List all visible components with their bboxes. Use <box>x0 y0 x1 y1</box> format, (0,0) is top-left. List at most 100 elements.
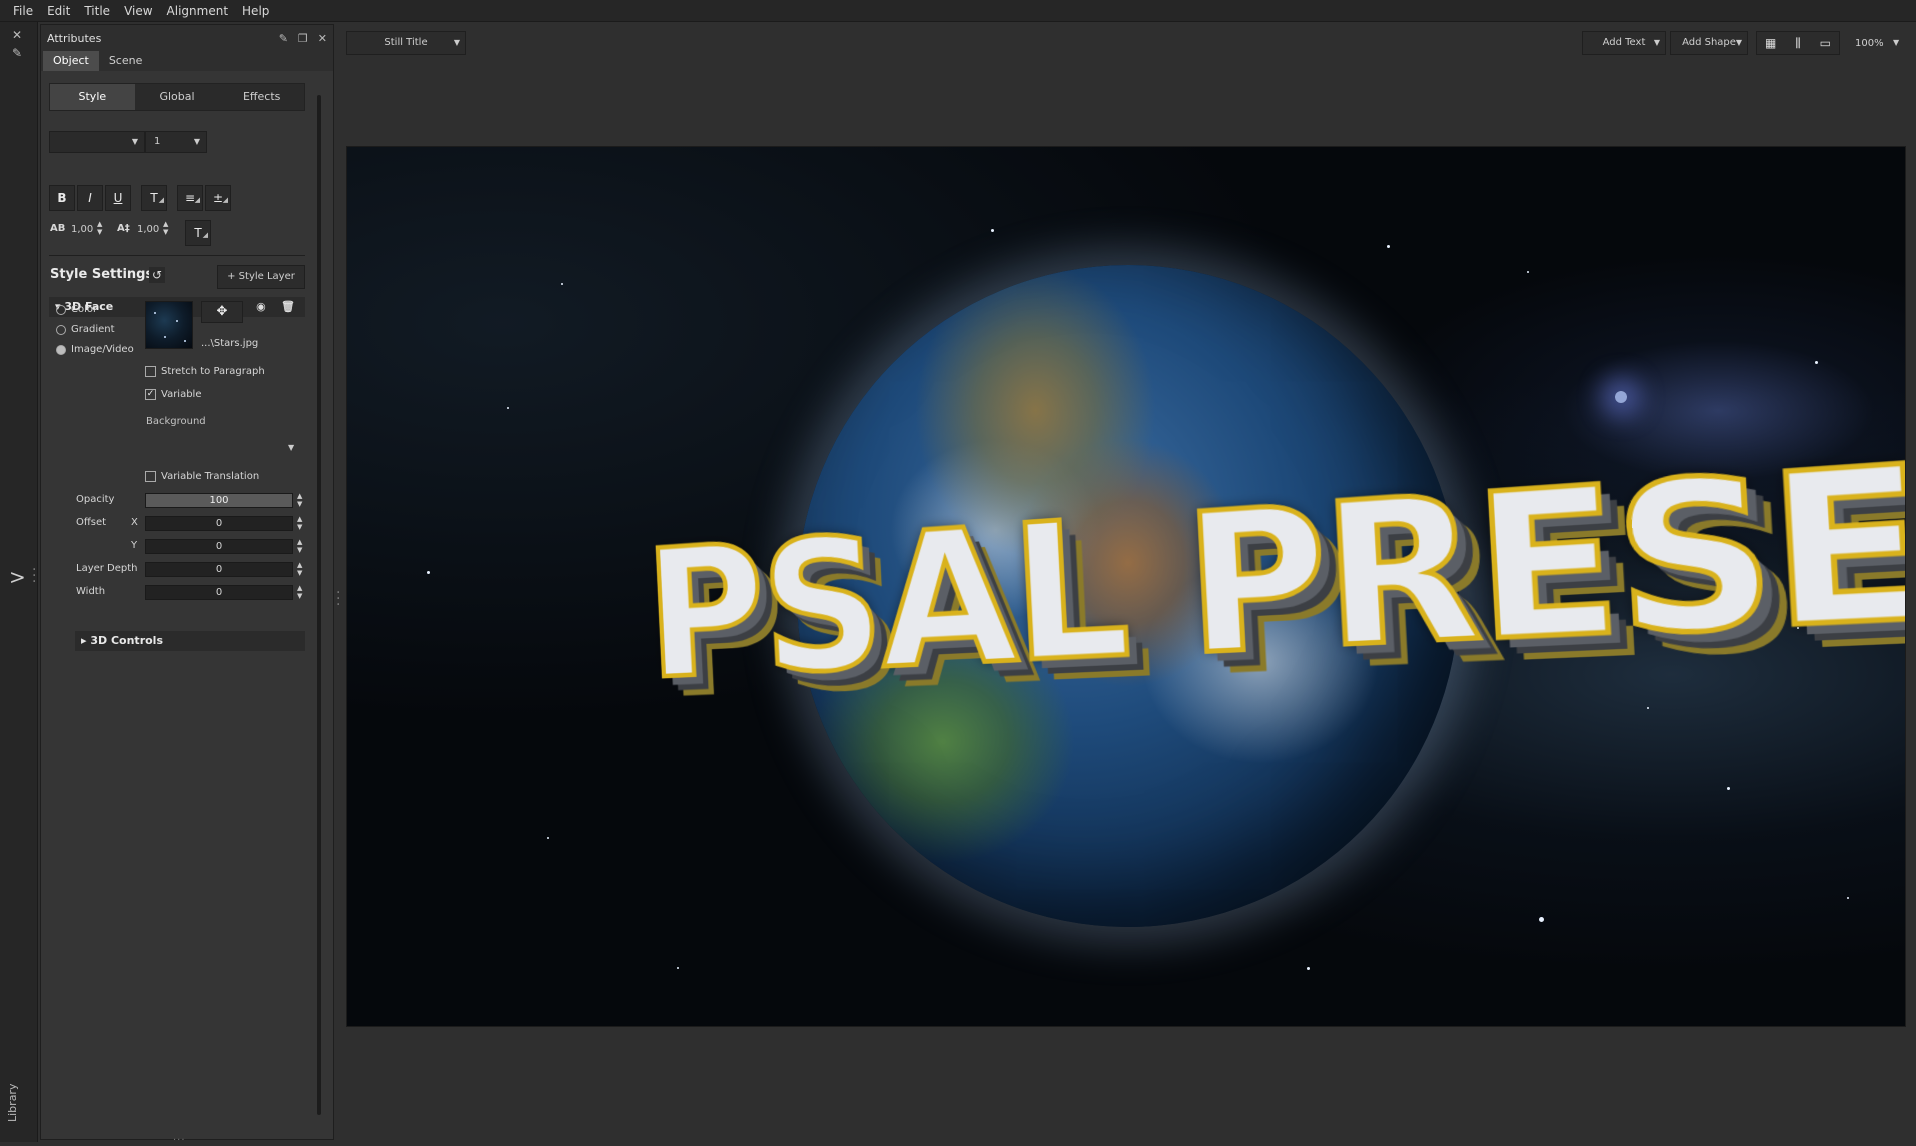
menu-bar: File Edit Title View Alignment Help <box>0 0 1916 22</box>
star <box>1539 917 1544 922</box>
add-text-label: Add Text <box>1602 37 1646 48</box>
offset-x-label: X <box>131 517 138 528</box>
close-icon[interactable]: ✕ <box>318 32 327 45</box>
stretch-checkbox[interactable]: Stretch to Paragraph <box>145 366 265 377</box>
chevron-down-icon: ▼ <box>1653 38 1660 47</box>
title-3d-text[interactable]: PSAL PRESE <box>639 419 1905 720</box>
star-dot <box>154 312 156 314</box>
star <box>1387 245 1390 248</box>
variable-translation-checkbox[interactable]: Variable Translation <box>145 471 259 482</box>
leading-spin[interactable]: ▲ ▼ <box>163 220 168 236</box>
library-tab[interactable]: Library <box>6 1084 19 1122</box>
tab-scene[interactable]: Scene <box>99 51 153 71</box>
panel-resize-grip[interactable]: ··· <box>173 1135 186 1146</box>
stretch-label: Stretch to Paragraph <box>161 366 265 377</box>
float-icon[interactable]: ❐ <box>298 32 308 45</box>
ruler-icon[interactable]: ⫼ <box>1784 32 1811 54</box>
layer-depth-field[interactable]: 0 <box>145 562 293 577</box>
subtab-global[interactable]: Global <box>135 84 220 110</box>
title-3d-wrap[interactable]: PSAL PRESE <box>639 419 1905 754</box>
menu-alignment[interactable]: Alignment <box>160 0 235 22</box>
star <box>677 967 679 969</box>
subtab-style[interactable]: Style <box>50 84 135 110</box>
checkbox-icon <box>145 471 156 482</box>
checkmark-icon: ✓ <box>145 389 156 400</box>
chevron-down-icon[interactable]: ▼ <box>1893 38 1899 47</box>
offset-y-field[interactable]: 0 <box>145 539 293 554</box>
leading-value[interactable]: 1,00 <box>137 224 159 235</box>
offset-x-field[interactable]: 0 <box>145 516 293 531</box>
distribute-button[interactable]: ± ◢ <box>205 185 231 211</box>
title-type-select[interactable]: Still Title ▼ <box>346 31 466 55</box>
chevron-down-icon: ▼ <box>1735 38 1742 47</box>
chevron-down-icon[interactable]: ▼ <box>288 443 294 452</box>
grid-icon[interactable]: ▦ <box>1757 32 1784 54</box>
view-toggle-group: ▦ ⫼ ▭ <box>1756 31 1840 55</box>
style-settings-title: Style Settings <box>50 267 154 282</box>
chevron-down-icon: ▼ <box>131 137 138 146</box>
offset-x-spin[interactable]: ▲ ▼ <box>297 515 302 531</box>
background-label: Background <box>146 416 206 427</box>
panel-scrollbar[interactable] <box>317 95 321 1115</box>
zoom-value[interactable]: 100% <box>1855 38 1884 49</box>
safe-area-icon[interactable]: ▭ <box>1812 32 1839 54</box>
tab-object[interactable]: Object <box>43 51 99 71</box>
panel-tabs: Object Scene <box>41 51 333 71</box>
opacity-slider[interactable]: 100 <box>145 493 293 508</box>
chevron-right-icon[interactable]: > <box>9 565 26 589</box>
3d-controls-row[interactable]: ▸ 3D Controls <box>75 631 305 651</box>
divider <box>49 255 305 256</box>
attributes-panel: Attributes ✎ ❐ ✕ Object Scene Style Glob… <box>40 24 334 1146</box>
chevron-down-icon: ▼ <box>193 137 200 146</box>
preview-canvas[interactable]: PSAL PRESE <box>346 146 1906 1027</box>
star-dot <box>164 336 166 338</box>
pin-icon[interactable]: ✎ <box>12 46 22 60</box>
menu-help[interactable]: Help <box>235 0 276 22</box>
drag-handle-icon[interactable]: · · · <box>32 563 38 589</box>
close-icon[interactable]: ✕ <box>12 28 22 42</box>
opacity-spin[interactable]: ▲ ▼ <box>297 492 302 508</box>
expand-icon[interactable]: ▸ <box>81 634 90 647</box>
eye-icon[interactable]: ◉ <box>256 300 266 313</box>
add-shape-button[interactable]: Add Shape ▼ <box>1670 31 1748 55</box>
menu-view[interactable]: View <box>117 0 159 22</box>
radio-color[interactable]: Color <box>56 304 97 315</box>
reset-icon[interactable]: ↺ <box>149 267 165 283</box>
move-icon[interactable]: ✥ <box>201 301 243 323</box>
menu-file[interactable]: File <box>6 0 40 22</box>
width-field[interactable]: 0 <box>145 585 293 600</box>
font-size-select[interactable]: 1 ▼ <box>145 131 207 153</box>
text-options-button[interactable]: T ◢ <box>185 220 211 246</box>
menu-edit[interactable]: Edit <box>40 0 77 22</box>
align-button[interactable]: ≡ ◢ <box>177 185 203 211</box>
layer-depth-spin[interactable]: ▲ ▼ <box>297 561 302 577</box>
add-text-button[interactable]: Add Text ▼ <box>1582 31 1666 55</box>
panel-title: Attributes <box>47 31 102 45</box>
chevron-down-icon: ▼ <box>453 38 460 47</box>
kerning-spin[interactable]: ▲ ▼ <box>97 220 102 236</box>
font-family-select[interactable]: ▼ <box>49 131 145 153</box>
radio-image-video[interactable]: Image/Video <box>56 344 134 355</box>
splitter-handle[interactable]: · · · <box>336 586 342 612</box>
variable-checkbox[interactable]: ✓ Variable <box>145 389 202 400</box>
radio-color-label: Color <box>71 304 98 315</box>
radio-icon <box>56 344 66 355</box>
add-shape-label: Add Shape <box>1682 37 1736 48</box>
subtab-effects[interactable]: Effects <box>219 84 304 110</box>
pin-icon[interactable]: ✎ <box>279 32 288 45</box>
italic-button[interactable]: I <box>77 185 103 211</box>
offset-y-spin[interactable]: ▲ ▼ <box>297 538 302 554</box>
checkbox-icon <box>145 366 156 377</box>
menu-title[interactable]: Title <box>77 0 117 22</box>
kerning-value[interactable]: 1,00 <box>71 224 93 235</box>
underline-button[interactable]: U <box>105 185 131 211</box>
radio-gradient[interactable]: Gradient <box>56 324 115 335</box>
add-style-layer-button[interactable]: + Style Layer <box>217 265 305 289</box>
radio-image-video-label: Image/Video <box>71 344 134 355</box>
text-case-button[interactable]: T ◢ <box>141 185 167 211</box>
bold-button[interactable]: B <box>49 185 75 211</box>
texture-thumbnail[interactable] <box>145 301 193 349</box>
width-spin[interactable]: ▲ ▼ <box>297 584 302 600</box>
star <box>547 837 549 839</box>
trash-icon[interactable]: 🗑 <box>281 300 295 313</box>
